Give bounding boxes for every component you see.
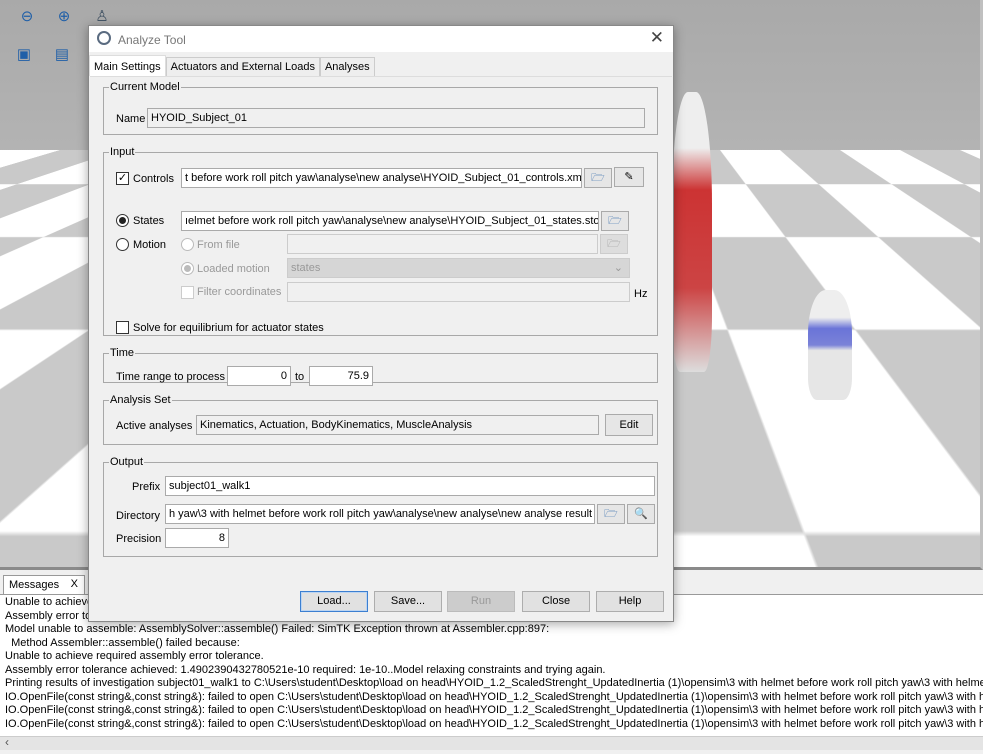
horizontal-scrollbar[interactable]: ‹: [0, 735, 983, 750]
filter-coordinates-checkbox[interactable]: [181, 286, 194, 299]
filter-coordinates-label: Filter coordinates: [197, 286, 282, 298]
model-name-field: HYOID_Subject_01: [147, 108, 645, 128]
message-line: Method Assembler::assemble() failed beca…: [5, 636, 240, 649]
message-line: Printing results of investigation subjec…: [5, 677, 983, 689]
input-group: Input ✓ Controls t before work roll pitc…: [103, 146, 658, 336]
analyze-tool-dialog: Analyze Tool ✕ Main Settings Actuators a…: [88, 25, 674, 622]
motion-file-field[interactable]: [287, 234, 598, 254]
folder-open-icon[interactable]: 🗁: [584, 168, 612, 188]
loaded-motion-value: states: [291, 262, 321, 274]
hz-label: Hz: [634, 288, 648, 300]
active-analyses-label: Active analyses: [116, 420, 193, 432]
controls-checkbox[interactable]: ✓: [116, 172, 129, 185]
states-label: States: [133, 215, 165, 227]
active-analyses-field: Kinematics, Actuation, BodyKinematics, M…: [196, 415, 599, 435]
save-button[interactable]: Save...: [374, 591, 442, 612]
tab-analyses[interactable]: Analyses: [319, 57, 375, 76]
to-label: to: [295, 371, 305, 383]
group-title: Input: [110, 146, 135, 158]
folder-open-icon[interactable]: 🗁: [600, 234, 628, 254]
message-line: Model unable to assemble: AssemblySolver…: [5, 623, 550, 635]
time-group: Time Time range to process 0 to 75.9: [103, 347, 658, 386]
time-to-field[interactable]: 75.9: [309, 366, 373, 386]
name-label: Name: [116, 113, 146, 125]
main-settings-panel: Current Model Name HYOID_Subject_01 Inpu…: [90, 76, 672, 581]
message-line: IO.OpenFile(const string&,const string&)…: [5, 690, 983, 703]
filter-hz-field[interactable]: [287, 282, 630, 302]
group-title: Output: [110, 456, 144, 468]
close-icon[interactable]: ✕: [650, 28, 664, 48]
tab-main-settings[interactable]: Main Settings: [89, 55, 166, 76]
precision-label: Precision: [116, 533, 162, 545]
edit-icon[interactable]: ✎: [614, 167, 644, 187]
run-button[interactable]: Run: [447, 591, 515, 612]
equilibrium-checkbox[interactable]: [116, 321, 129, 334]
message-line: IO.OpenFile(const string&,const string&)…: [5, 704, 983, 716]
from-file-label: From file: [197, 239, 240, 251]
motion-radio[interactable]: [116, 238, 129, 251]
message-line: Assembly error tolerance achieved: 1.490…: [5, 663, 606, 676]
group-title: Time: [110, 347, 135, 359]
equilibrium-label: Solve for equilibrium for actuator state…: [133, 322, 324, 334]
edit-analyses-button[interactable]: Edit: [605, 414, 653, 436]
tab-actuators-external-loads[interactable]: Actuators and External Loads: [165, 57, 320, 76]
analysis-set-group: Analysis Set Active analyses Kinematics,…: [103, 394, 658, 445]
controls-label: Controls: [133, 173, 174, 185]
from-file-radio[interactable]: [181, 238, 194, 251]
title-bar[interactable]: Analyze Tool ✕: [89, 26, 673, 52]
group-title: Current Model: [110, 81, 180, 93]
close-button[interactable]: Close: [522, 591, 590, 612]
dialog-title: Analyze Tool: [118, 33, 186, 47]
scroll-left-icon[interactable]: ‹: [5, 735, 9, 749]
prefix-field[interactable]: subject01_walk1: [165, 476, 655, 496]
states-radio[interactable]: [116, 214, 129, 227]
folder-open-icon[interactable]: 🗁: [597, 504, 625, 524]
loaded-motion-radio[interactable]: [181, 262, 194, 275]
message-line: IO.OpenFile(const string&,const string&)…: [5, 717, 983, 730]
folder-open-icon[interactable]: 🗁: [601, 211, 629, 231]
load-button[interactable]: Load...: [300, 591, 368, 612]
chevron-down-icon: ⌄: [613, 262, 623, 274]
precision-field[interactable]: 8: [165, 528, 229, 548]
search-folder-icon[interactable]: 🔍: [627, 504, 655, 524]
time-from-field[interactable]: 0: [227, 366, 291, 386]
motion-label: Motion: [133, 239, 167, 251]
directory-label: Directory: [116, 510, 161, 522]
current-model-group: Current Model Name HYOID_Subject_01: [103, 81, 658, 135]
group-title: Analysis Set: [110, 394, 171, 406]
messages-tab-label: Messages: [9, 579, 60, 591]
states-file-field[interactable]: ıelmet before work roll pitch yaw\analys…: [181, 211, 599, 231]
controls-file-field[interactable]: t before work roll pitch yaw\analyse\new…: [181, 168, 582, 188]
output-group: Output Prefix subject01_walk1 Directory …: [103, 456, 658, 557]
loaded-motion-select[interactable]: states ⌄: [287, 258, 630, 278]
directory-field[interactable]: h yaw\3 with helmet before work roll pit…: [165, 504, 595, 524]
message-line: Unable to achieve required assembly erro…: [5, 650, 264, 662]
messages-tab[interactable]: Messages X: [3, 575, 85, 594]
help-button[interactable]: Help: [596, 591, 664, 612]
opensim-logo-icon: [97, 31, 111, 45]
time-range-label: Time range to process: [116, 371, 226, 383]
close-icon[interactable]: X: [71, 578, 78, 590]
prefix-label: Prefix: [132, 481, 161, 493]
loaded-motion-label: Loaded motion: [197, 263, 270, 275]
